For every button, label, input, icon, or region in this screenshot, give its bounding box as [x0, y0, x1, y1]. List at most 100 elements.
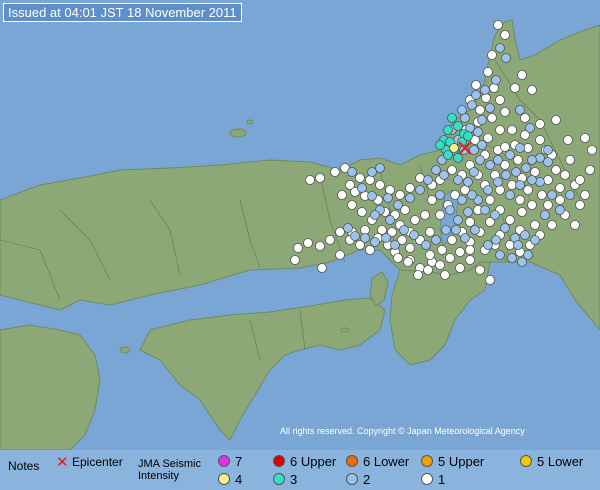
legend-swatch — [421, 455, 433, 467]
station-marker — [335, 227, 345, 237]
oki-island — [229, 128, 247, 138]
station-marker — [491, 75, 501, 85]
legend-label: 7 — [235, 454, 243, 469]
station-marker — [535, 153, 545, 163]
station-marker — [495, 95, 505, 105]
station-marker — [337, 190, 347, 200]
station-marker — [435, 140, 445, 150]
station-marker — [463, 131, 473, 141]
station-marker — [420, 210, 430, 220]
station-marker — [421, 240, 431, 250]
station-marker — [520, 113, 530, 123]
legend-label: 4 — [235, 472, 243, 487]
station-marker — [565, 190, 575, 200]
station-marker — [455, 247, 465, 257]
station-marker — [543, 200, 553, 210]
station-marker — [483, 240, 493, 250]
station-marker — [453, 153, 463, 163]
station-marker — [473, 127, 483, 137]
station-marker — [357, 183, 367, 193]
legend-label: 1 — [438, 472, 446, 487]
station-marker — [543, 175, 553, 185]
legend: Notes ✕ Epicenter JMA Seismic Intensity … — [0, 450, 600, 490]
small-island — [119, 346, 131, 354]
station-marker — [393, 253, 403, 263]
station-marker — [460, 233, 470, 243]
station-marker — [427, 195, 437, 205]
station-marker — [515, 180, 525, 190]
station-marker — [493, 20, 503, 30]
station-marker — [535, 135, 545, 145]
station-marker — [580, 190, 590, 200]
station-marker — [403, 257, 413, 267]
station-marker — [335, 250, 345, 260]
station-marker — [347, 200, 357, 210]
intensity-4-stations — [449, 143, 459, 153]
station-marker — [511, 167, 521, 177]
station-marker — [491, 235, 501, 245]
copyright-notice: All rights reserved. Copyright © Japan M… — [280, 426, 525, 436]
map — [0, 0, 600, 450]
station-marker — [290, 255, 300, 265]
station-marker — [505, 150, 515, 160]
station-marker — [375, 163, 385, 173]
station-marker — [390, 240, 400, 250]
station-marker — [547, 220, 557, 230]
station-marker — [547, 190, 557, 200]
station-marker — [485, 195, 495, 205]
legend-swatch — [218, 455, 230, 467]
station-marker — [501, 170, 511, 180]
station-marker — [367, 191, 377, 201]
legend-swatch — [421, 473, 433, 485]
station-marker — [530, 235, 540, 245]
station-marker — [431, 235, 441, 245]
station-marker — [435, 260, 445, 270]
station-marker — [440, 270, 450, 280]
station-marker — [507, 125, 517, 135]
station-marker — [385, 185, 395, 195]
station-marker — [365, 175, 375, 185]
station-marker — [375, 180, 385, 190]
legend-swatch — [346, 455, 358, 467]
station-marker — [507, 253, 517, 263]
legend-swatch — [273, 455, 285, 467]
station-marker — [325, 235, 335, 245]
station-marker — [475, 105, 485, 115]
station-marker — [487, 113, 497, 123]
station-marker — [500, 30, 510, 40]
station-marker — [330, 167, 340, 177]
station-marker — [570, 220, 580, 230]
station-marker — [527, 200, 537, 210]
station-marker — [485, 160, 495, 170]
station-marker — [485, 103, 495, 113]
station-marker — [303, 238, 313, 248]
station-marker — [437, 245, 447, 255]
station-marker — [447, 165, 457, 175]
station-marker — [495, 125, 505, 135]
legend-swatch — [273, 473, 285, 485]
legend-label: 6 Upper — [290, 454, 337, 469]
legend-label: 2 — [363, 472, 371, 487]
station-marker — [495, 185, 505, 195]
station-marker — [453, 175, 463, 185]
station-marker — [443, 125, 453, 135]
station-marker — [425, 227, 435, 237]
station-marker — [350, 231, 360, 241]
issued-time-title: Issued at 04:01 JST 18 November 2011 — [3, 3, 242, 22]
station-marker — [471, 80, 481, 90]
small-island — [246, 119, 254, 125]
station-marker — [480, 85, 490, 95]
station-marker — [465, 255, 475, 265]
station-marker — [383, 193, 393, 203]
station-marker — [525, 123, 535, 133]
station-marker — [413, 270, 423, 280]
station-marker — [470, 225, 480, 235]
station-marker — [517, 207, 527, 217]
legend-swatch — [218, 473, 230, 485]
station-marker — [415, 173, 425, 183]
station-marker — [415, 185, 425, 195]
station-marker — [449, 143, 459, 153]
station-marker — [543, 157, 553, 167]
station-marker — [585, 165, 595, 175]
station-marker — [465, 245, 475, 255]
